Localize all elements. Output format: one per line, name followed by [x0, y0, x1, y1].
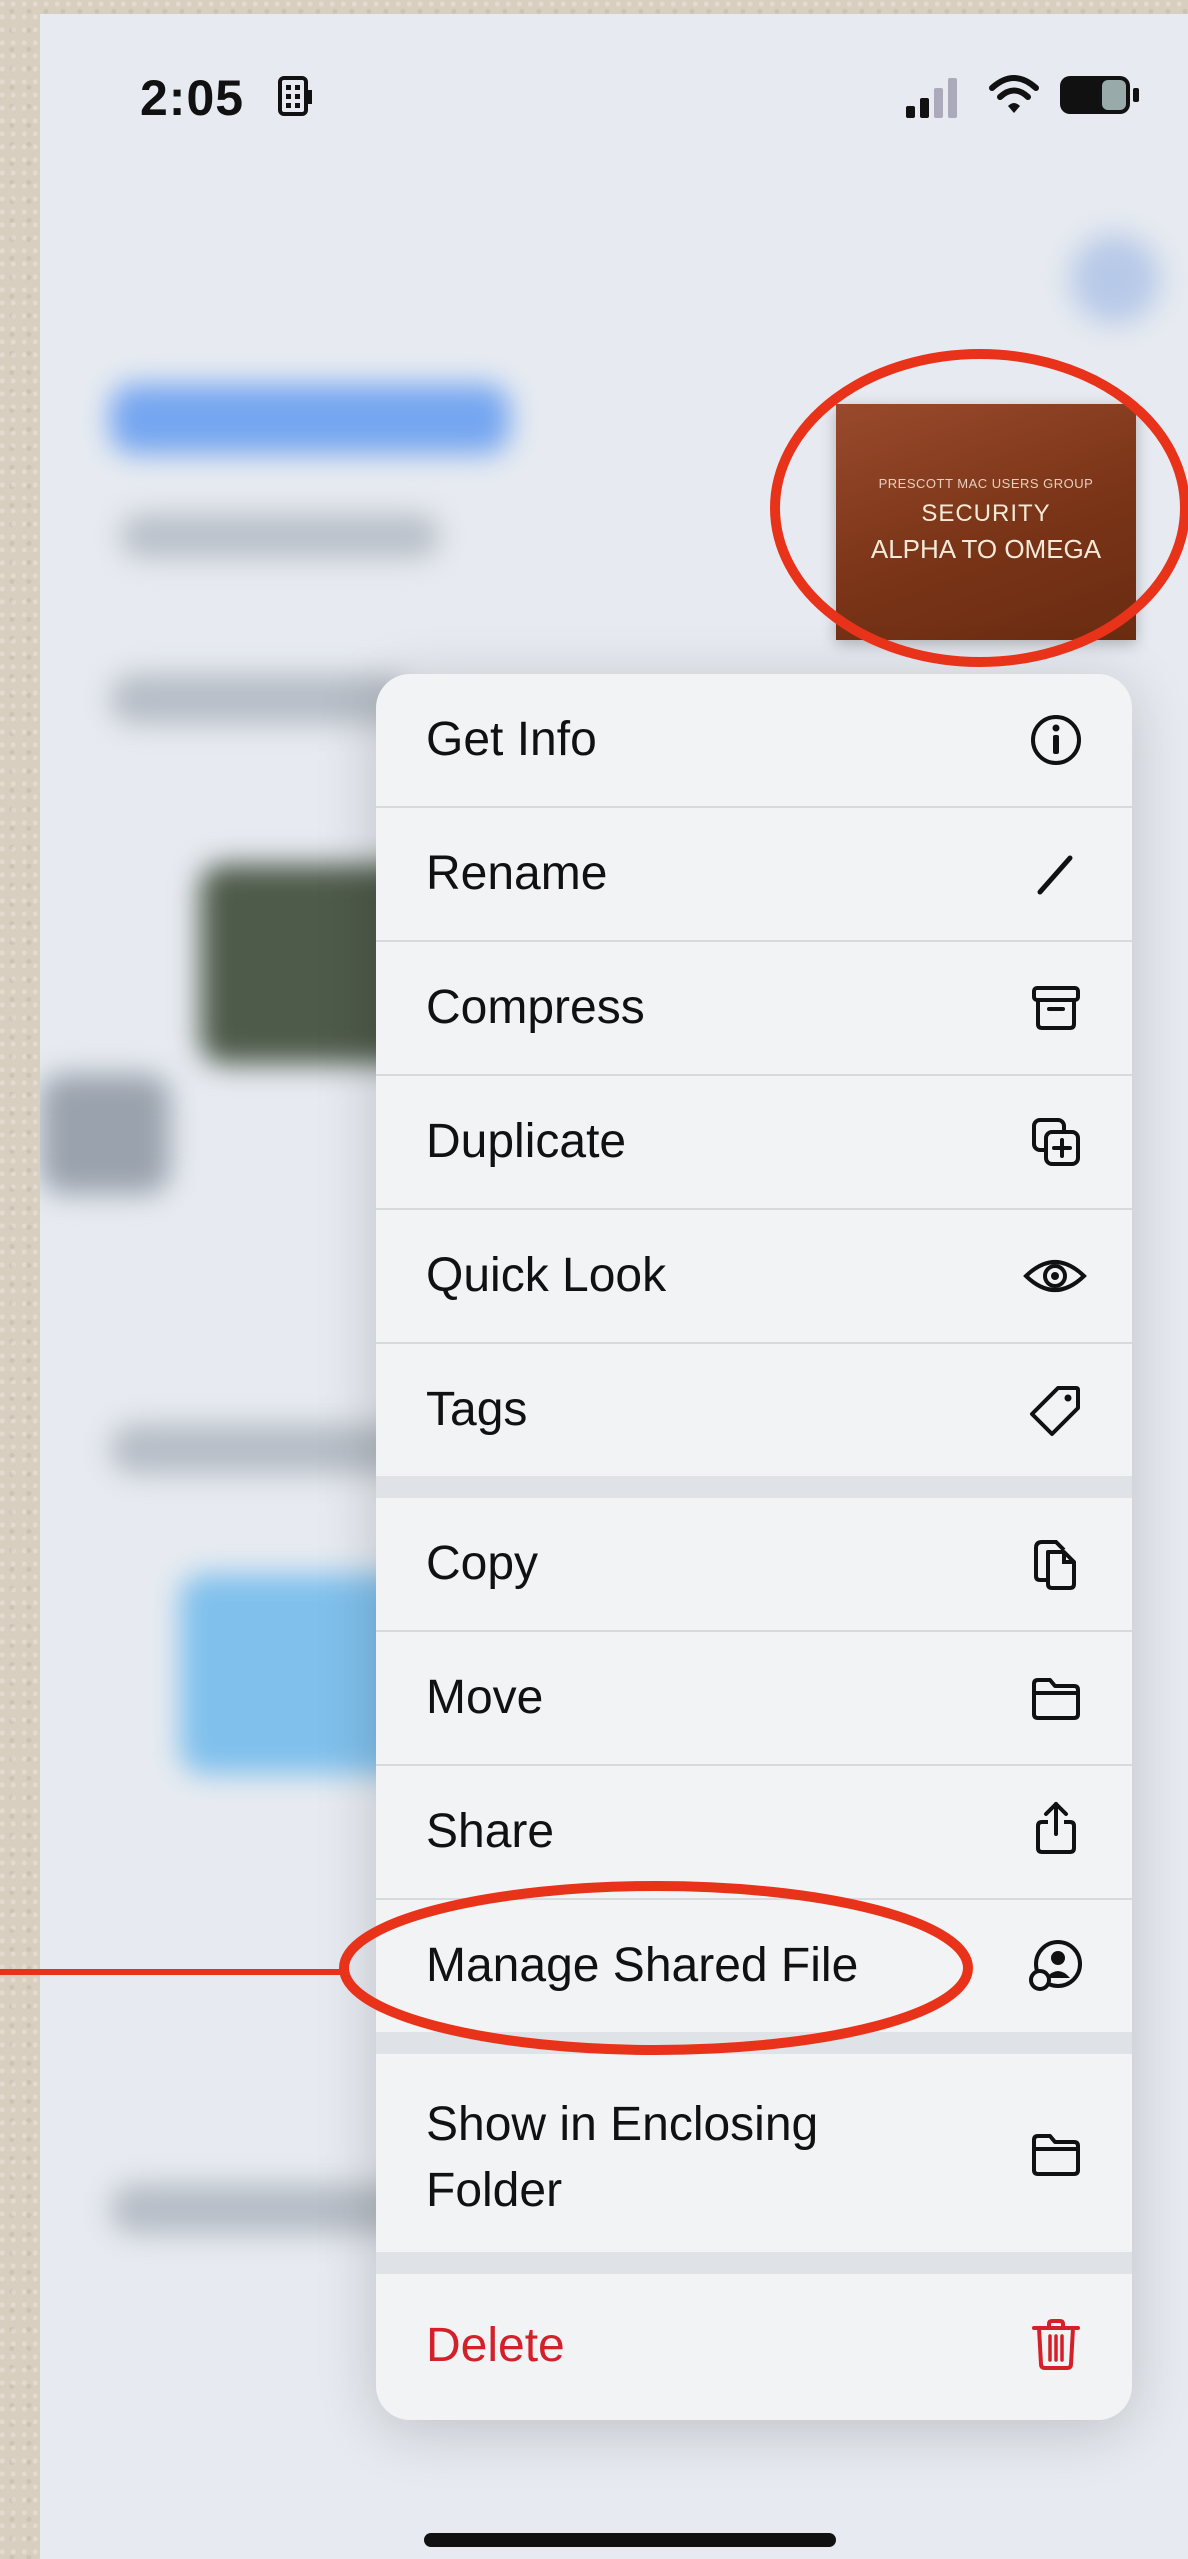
archive-box-icon: [1032, 986, 1080, 1030]
menu-item-label: Show in Enclosing Folder: [426, 2098, 819, 2217]
menu-item-rename[interactable]: Rename: [376, 808, 1132, 942]
menu-item-compress[interactable]: Compress: [376, 942, 1132, 1076]
status-time: 2:05: [140, 70, 245, 126]
menu-section-separator: [376, 1476, 1132, 1498]
menu-item-label: Manage Shared File: [426, 1939, 859, 1992]
home-indicator: [424, 2533, 836, 2547]
duplicate-icon: [1032, 1118, 1080, 1166]
thumbnail-title: SECURITY: [921, 500, 1051, 527]
info-icon: [1031, 715, 1081, 765]
battery-icon: [1060, 76, 1139, 114]
thumbnail-subtitle: ALPHA TO OMEGA: [870, 534, 1102, 564]
menu-item-move[interactable]: Move: [376, 1632, 1132, 1766]
blurred-row: [110, 1424, 410, 1474]
menu-item-label: Compress: [426, 981, 645, 1034]
blurred-title: [110, 384, 510, 454]
menu-item-delete[interactable]: Delete: [376, 2274, 1132, 2420]
menu-item-label: Duplicate: [426, 1115, 627, 1168]
menu-item-label: Rename: [426, 847, 608, 900]
menu-item-get-info[interactable]: Get Info: [376, 674, 1132, 808]
menu-item-label: Get Info: [426, 713, 597, 766]
status-bar: 2:05: [40, 14, 1188, 194]
context-menu: Get Info Rename Compress Duplicate Quick…: [376, 674, 1132, 2420]
menu-item-label: Share: [426, 1805, 555, 1858]
menu-section-separator: [376, 2032, 1132, 2054]
tag-icon: [1030, 1386, 1080, 1436]
trash-icon: [1032, 2319, 1080, 2370]
blurred-thumb: [40, 1074, 170, 1194]
folder-icon: [1032, 2134, 1080, 2176]
pencil-icon: [1037, 855, 1073, 895]
share-icon: [1036, 1802, 1076, 1854]
eye-icon: [1023, 1260, 1087, 1292]
copy-doc-icon: [1034, 1540, 1076, 1590]
blurred-row: [110, 2184, 410, 2234]
folder-icon: [1032, 1678, 1080, 1720]
menu-item-label: Delete: [426, 2319, 565, 2372]
cellular-signal-icon: [906, 78, 957, 118]
blurred-row: [110, 674, 410, 724]
menu-item-label: Quick Look: [426, 1249, 667, 1302]
menu-item-manage-shared-file[interactable]: Manage Shared File: [376, 1900, 1132, 2032]
menu-item-label: Move: [426, 1671, 544, 1724]
menu-item-label: Tags: [426, 1383, 528, 1436]
menu-item-duplicate[interactable]: Duplicate: [376, 1076, 1132, 1210]
wifi-icon: [989, 75, 1039, 113]
phone-screen: 2:05 PRESCOTT MAC USERS GROUP SECURITY A…: [40, 14, 1188, 2559]
id-card-icon: [278, 76, 312, 116]
menu-item-copy[interactable]: Copy: [376, 1498, 1132, 1632]
thumbnail-org-text: PRESCOTT MAC USERS GROUP: [878, 476, 1094, 491]
shared-person-icon: [1029, 1940, 1082, 1991]
menu-section-separator: [376, 2252, 1132, 2274]
menu-item-tags[interactable]: Tags: [376, 1344, 1132, 1476]
blurred-button: [1070, 234, 1160, 324]
menu-item-label: Copy: [426, 1537, 539, 1590]
menu-item-show-in-enclosing-folder[interactable]: Show in Enclosing Folder: [376, 2054, 1132, 2252]
blurred-subtitle: [120, 514, 440, 558]
menu-item-share[interactable]: Share: [376, 1766, 1132, 1900]
menu-item-quick-look[interactable]: Quick Look: [376, 1210, 1132, 1344]
file-thumbnail[interactable]: PRESCOTT MAC USERS GROUP SECURITY ALPHA …: [836, 404, 1136, 640]
